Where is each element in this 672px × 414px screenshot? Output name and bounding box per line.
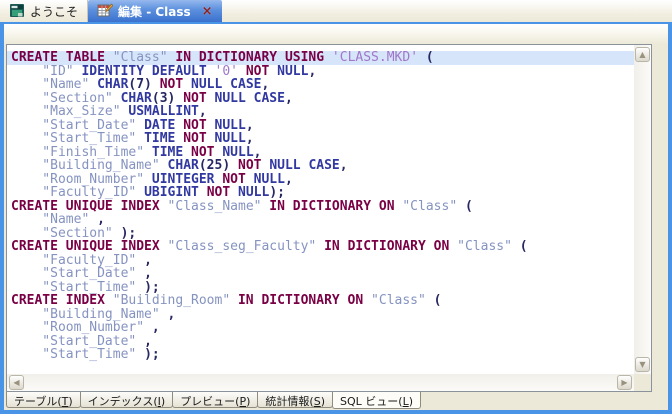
bottom-tab-t[interactable]: テーブル(T) [6,392,81,408]
view-frame: CREATE TABLE "Class" IN DICTIONARY USING… [0,22,672,414]
code-line: "Start_Time" ); [7,281,634,295]
close-icon[interactable]: × [202,5,213,18]
bottom-tab-l[interactable]: SQL ビュー(L) [332,392,421,409]
bottom-tab-p[interactable]: プレビュー(P) [172,392,258,408]
tab-edit-class[interactable]: 編集 - Class × [88,0,222,22]
code-line: "Name" , [7,213,634,227]
header-band [4,24,668,44]
welcome-icon [9,3,25,19]
code-line: "Name" CHAR(7) NOT NULL CASE, [7,78,634,92]
top-tab-bar: ようこそ 編集 - Class × [0,0,672,22]
code-line: CREATE TABLE "Class" IN DICTIONARY USING… [7,51,634,65]
sql-code-area[interactable]: CREATE TABLE "Class" IN DICTIONARY USING… [7,45,634,374]
bottom-tab-i[interactable]: インデックス(I) [80,392,174,408]
code-line: "Max_Size" USMALLINT, [7,105,634,119]
code-line: "Start_Date" , [7,335,634,349]
code-line: "Start_Time" ); [7,348,634,362]
tab-edit-class-label: 編集 - Class [118,3,191,20]
sql-editor[interactable]: CREATE TABLE "Class" IN DICTIONARY USING… [6,44,652,392]
table-designer-window: ようこそ 編集 - Class × CREATE TABLE "Class [0,0,672,414]
code-line: "Section" ); [7,227,634,241]
code-line: "Section" CHAR(3) NOT NULL CASE, [7,92,634,106]
bottom-tab-bar: テーブル(T)インデックス(I)プレビュー(P)統計情報(S)SQL ビュー(L… [4,392,668,410]
code-line: "Faculty_ID" UBIGINT NOT NULL); [7,186,634,200]
code-line: "Building_Name" CHAR(25) NOT NULL CASE, [7,159,634,173]
tab-welcome[interactable]: ようこそ [0,0,88,22]
code-line: CREATE UNIQUE INDEX "Class_seg_Faculty" … [7,240,634,254]
scroll-down-button[interactable]: ▼ [635,357,650,372]
scrollbar-corner [634,374,651,391]
code-line: "Start_Time" TIME NOT NULL, [7,132,634,146]
code-line: "Room_Number" , [7,321,634,335]
code-line: "Building_Name" , [7,308,634,322]
code-line: "Finish_Time" TIME NOT NULL, [7,146,634,160]
code-line: "Start_Date" DATE NOT NULL, [7,119,634,133]
code-line: "Room_Number" UINTEGER NOT NULL, [7,173,634,187]
code-line: "ID" IDENTITY DEFAULT '0' NOT NULL, [7,65,634,79]
code-line: "Faculty_ID" , [7,254,634,268]
vertical-scrollbar[interactable]: ▲ ▼ [634,45,651,374]
code-line: CREATE INDEX "Building_Room" IN DICTIONA… [7,294,634,308]
bottom-tab-s[interactable]: 統計情報(S) [257,392,333,408]
table-edit-icon [97,3,113,19]
scroll-right-button[interactable]: ▶ [617,375,632,390]
scroll-up-button[interactable]: ▲ [635,47,650,62]
scroll-left-button[interactable]: ◀ [9,375,24,390]
horizontal-scrollbar[interactable]: ◀ ▶ [7,374,634,391]
tab-welcome-label: ようこそ [30,3,78,20]
code-line: "Start_Date" , [7,267,634,281]
code-line: CREATE UNIQUE INDEX "Class_Name" IN DICT… [7,200,634,214]
